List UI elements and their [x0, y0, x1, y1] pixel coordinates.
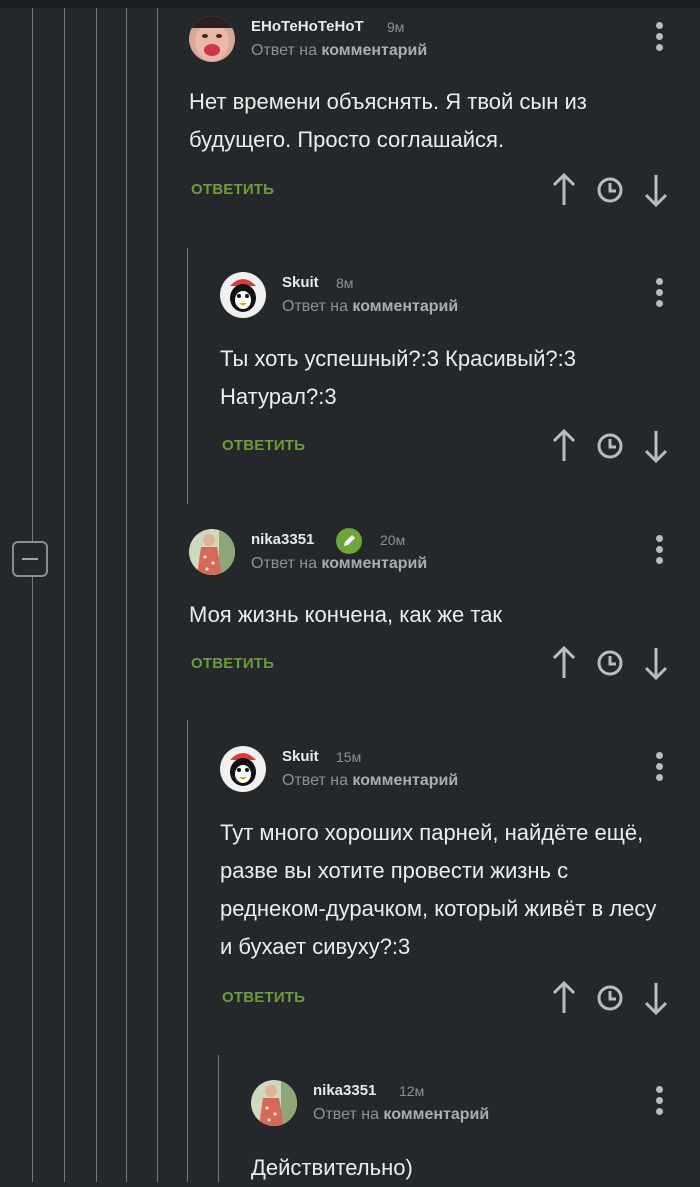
edit-badge	[336, 528, 362, 554]
comment-text: Ты хоть успешный?:3 Красивый?:3 Натурал?…	[220, 346, 576, 409]
thread-line[interactable]	[96, 8, 97, 1182]
comment-time: 12м	[399, 1083, 425, 1099]
upvote-icon[interactable]	[549, 428, 579, 464]
comment-time: 20м	[380, 532, 406, 548]
reply-button[interactable]: ОТВЕТИТЬ	[222, 989, 305, 1006]
reply-to-link[interactable]: комментарий	[383, 1106, 489, 1123]
reply-button[interactable]: ОТВЕТИТЬ	[191, 181, 274, 198]
reply-to-link[interactable]: комментарий	[321, 555, 427, 572]
pencil-icon	[344, 535, 355, 546]
upvote-icon[interactable]	[549, 980, 579, 1016]
avatar[interactable]	[220, 746, 266, 792]
reply-to-link[interactable]: комментарий	[352, 772, 458, 789]
upvote-icon[interactable]	[549, 172, 579, 208]
thread-line[interactable]	[126, 8, 127, 1182]
comment: Skuit 15м Ответ на комментарий Тут много…	[220, 744, 680, 1024]
username[interactable]: nika3351	[251, 531, 314, 548]
comment-text: Действительно)	[251, 1155, 413, 1180]
avatar[interactable]	[189, 529, 235, 575]
username[interactable]: nika3351	[313, 1082, 376, 1099]
thread-line[interactable]	[32, 8, 33, 1182]
reply-to-link[interactable]: комментарий	[352, 298, 458, 315]
username[interactable]: ЕНоТеНоТеНоТ	[251, 18, 364, 35]
avatar[interactable]	[220, 272, 266, 318]
thread-line[interactable]	[218, 1055, 219, 1182]
comment-time: 8м	[336, 275, 354, 291]
save-later-icon[interactable]	[595, 645, 625, 681]
more-options-icon[interactable]	[653, 276, 665, 310]
reply-to: Ответ на комментарий	[251, 555, 428, 572]
comment-time: 9м	[387, 19, 405, 35]
top-bar	[0, 0, 700, 8]
thread-line[interactable]	[187, 720, 188, 1182]
comment-time: 15м	[336, 749, 362, 765]
username[interactable]: Skuit	[282, 274, 319, 291]
comment-actions	[549, 645, 669, 681]
reply-to: Ответ на комментарий	[282, 772, 459, 789]
comment-actions	[549, 172, 669, 208]
reply-to: Ответ на комментарий	[313, 1106, 490, 1123]
more-options-icon[interactable]	[653, 1084, 665, 1118]
comment: ЕНоТеНоТеНоТ 9м Ответ на комментарий Нет…	[189, 14, 679, 214]
downvote-icon[interactable]	[641, 172, 671, 208]
comment-text: Нет времени объяснять. Я твой сын из буд…	[189, 89, 587, 152]
comment: Skuit 8м Ответ на комментарий Ты хоть ус…	[220, 270, 680, 470]
comment-actions	[549, 980, 669, 1016]
more-options-icon[interactable]	[653, 533, 665, 567]
upvote-icon[interactable]	[549, 645, 579, 681]
save-later-icon[interactable]	[595, 980, 625, 1016]
comment: nika3351 12м Ответ на комментарий Действ…	[251, 1078, 681, 1182]
save-later-icon[interactable]	[595, 172, 625, 208]
reply-button[interactable]: ОТВЕТИТЬ	[191, 655, 274, 672]
comment: nika3351 20м Ответ на комментарий Моя жи…	[189, 527, 679, 687]
avatar[interactable]	[189, 16, 235, 62]
reply-button[interactable]: ОТВЕТИТЬ	[222, 437, 305, 454]
comment-actions	[549, 428, 669, 464]
comment-text: Моя жизнь кончена, как же так	[189, 602, 503, 627]
more-options-icon[interactable]	[653, 20, 665, 54]
thread-line[interactable]	[157, 8, 158, 1182]
save-later-icon[interactable]	[595, 428, 625, 464]
comment-text: Тут много хороших парней, найдёте ещё, р…	[220, 820, 657, 959]
thread-line[interactable]	[64, 8, 65, 1182]
avatar[interactable]	[251, 1080, 297, 1126]
reply-to-link[interactable]: комментарий	[321, 42, 427, 59]
reply-to: Ответ на комментарий	[282, 298, 459, 315]
username[interactable]: Skuit	[282, 748, 319, 765]
thread-line[interactable]	[187, 248, 188, 504]
reply-to: Ответ на комментарий	[251, 42, 428, 59]
downvote-icon[interactable]	[641, 980, 671, 1016]
downvote-icon[interactable]	[641, 645, 671, 681]
collapse-thread-button[interactable]	[12, 541, 48, 577]
more-options-icon[interactable]	[653, 750, 665, 784]
downvote-icon[interactable]	[641, 428, 671, 464]
